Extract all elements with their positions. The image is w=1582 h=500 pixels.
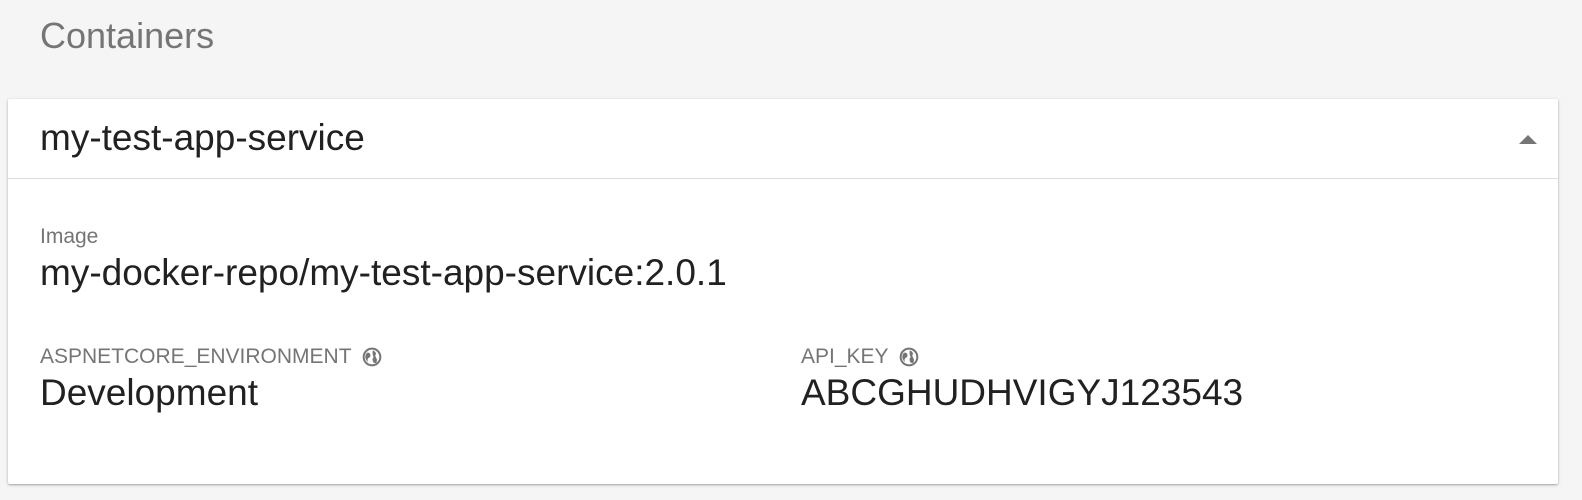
image-label: Image [40, 225, 99, 248]
image-value: my-docker-repo/my-test-app-service:2.0.1 [40, 252, 727, 293]
container-header[interactable]: my-test-app-service [8, 99, 1558, 179]
env-var-value: ABCGHUDHVIGYJ123543 [801, 372, 1244, 413]
env-var-aspnetcore-environment: ASPNETCORE_ENVIRONMENT Development [40, 344, 382, 416]
section-title: Containers [40, 15, 215, 56]
env-var-api-key: API_KEY ABCGHUDHVIGYJ123543 [801, 344, 1243, 416]
env-var-name: API_KEY [801, 345, 889, 368]
container-card: my-test-app-service Image my-docker-repo… [8, 99, 1558, 484]
globe-icon [899, 347, 918, 367]
container-name: my-test-app-service [40, 117, 365, 158]
image-field: Image my-docker-repo/my-test-app-service… [40, 224, 727, 296]
env-var-name: ASPNETCORE_ENVIRONMENT [40, 345, 352, 368]
collapse-icon[interactable] [1516, 129, 1540, 149]
globe-icon [362, 347, 381, 367]
env-var-value: Development [40, 372, 259, 413]
